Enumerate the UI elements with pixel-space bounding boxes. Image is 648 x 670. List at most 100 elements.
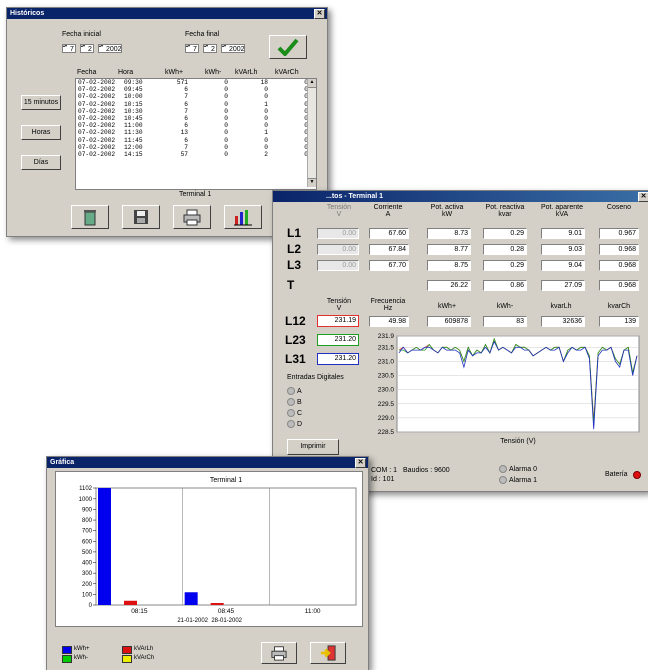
phase-corriente: 67.70	[369, 260, 409, 271]
table-cell: 0	[264, 143, 268, 151]
table-cell: 0	[264, 107, 268, 115]
line-voltage-value: 231.20	[317, 334, 359, 346]
table-cell: 6	[184, 100, 188, 108]
id-label: Id : 101	[371, 476, 395, 483]
phase-label: L3	[287, 258, 302, 272]
table-row[interactable]: 07-02-200212:007000	[76, 144, 310, 151]
print-button[interactable]	[173, 205, 211, 229]
kvarch-header: kvarCh	[607, 303, 631, 310]
y-tick-label: 100	[82, 592, 93, 598]
table-row[interactable]: 07-02-200210:007000	[76, 93, 310, 100]
x-tick-label: 11:00	[305, 608, 321, 615]
close-icon[interactable]: ✕	[314, 9, 325, 19]
data-list[interactable]: 07-02-200209:30571018007-02-200209:45600…	[75, 78, 317, 190]
export-button[interactable]	[122, 205, 160, 229]
grafica-exit-button[interactable]	[310, 642, 346, 664]
table-row[interactable]: 07-02-200214:1557020	[76, 151, 310, 158]
x-axis-label: Tensión (V)	[500, 438, 535, 445]
data-table: 07-02-200209:30571018007-02-200209:45600…	[76, 79, 310, 158]
phase-coseno: 0.968	[599, 260, 639, 271]
digital-input-indicator	[287, 420, 295, 428]
table-cell: 07-02-2002	[78, 136, 116, 144]
y-tick-label: 1102	[79, 486, 93, 492]
phase-reactiva: 0.29	[483, 228, 527, 239]
close-icon[interactable]: ✕	[638, 192, 648, 202]
digital-input-label: B	[297, 398, 302, 406]
table-cell: 0	[224, 122, 228, 130]
end-day-spinner[interactable]: 7	[185, 44, 199, 53]
table-row[interactable]: 07-02-200209:456000	[76, 86, 310, 93]
table-cell: 10:30	[124, 107, 143, 115]
scrollbar[interactable]: ▲ ▼	[307, 79, 316, 187]
table-cell: 6	[184, 136, 188, 144]
y-tick-label: 229.5	[378, 401, 395, 408]
grafica-print-button[interactable]	[261, 642, 297, 664]
table-cell: 0	[264, 122, 268, 130]
table-cell: 57	[180, 150, 188, 158]
date-label: 28-01-2002	[211, 618, 242, 624]
col-hora: Hora	[118, 69, 134, 76]
table-cell: 0	[224, 93, 228, 101]
imprimir-button[interactable]: Imprimir	[287, 439, 339, 455]
horas-button[interactable]: Horas	[21, 125, 61, 140]
scroll-down-icon[interactable]: ▼	[308, 178, 316, 187]
phase-label: L2	[287, 242, 302, 256]
table-cell: 07-02-2002	[78, 150, 116, 158]
phase-aparente: 9.01	[541, 228, 585, 239]
phase-reactiva: 0.29	[483, 260, 527, 271]
table-cell: 0	[270, 93, 310, 100]
end-year-spinner[interactable]: 2002	[221, 44, 245, 53]
y-tick-label: 0	[89, 603, 93, 609]
phase-tension: 0.00	[317, 228, 359, 239]
line-voltage-value: 231.20	[317, 353, 359, 365]
terminal-title: ...tos - Terminal 1	[326, 193, 384, 200]
total-reactiva: 0.86	[483, 280, 527, 291]
15-minutos-button[interactable]: 15 minutos	[21, 95, 61, 110]
y-tick-label: 229.0	[378, 415, 395, 422]
chart-button[interactable]	[224, 205, 262, 229]
table-row[interactable]: 07-02-200211:3013010	[76, 129, 310, 136]
table-row[interactable]: 07-02-200210:156010	[76, 101, 310, 108]
y-tick-label: 230.5	[378, 373, 395, 380]
alarma1-radio	[499, 476, 507, 484]
frecuencia-header: Frecuencia Hz	[370, 298, 406, 312]
baudios-label: Baudios : 9600	[403, 467, 450, 474]
grafica-window: Gráfica ✕ Terminal 1 1102 1000 900 800 700 600…	[46, 456, 369, 670]
end-month-spinner[interactable]: 2	[203, 44, 217, 53]
start-month-spinner[interactable]: 2	[80, 44, 94, 53]
trash-icon	[84, 210, 96, 226]
kwh-plus-value: 609878	[427, 316, 471, 327]
dias-button[interactable]: Días	[21, 155, 61, 170]
table-cell: 07-02-2002	[78, 86, 116, 94]
table-cell: 2	[264, 150, 268, 158]
start-day-spinner[interactable]: 7	[62, 44, 76, 53]
digital-input-label: D	[297, 420, 303, 428]
com-label: COM : 1	[371, 467, 398, 474]
table-row[interactable]: 07-02-200210:456000	[76, 115, 310, 122]
table-cell: 09:30	[124, 79, 143, 87]
accept-button[interactable]	[269, 35, 307, 59]
table-cell: 0	[264, 93, 268, 101]
start-year-spinner[interactable]: 2002	[98, 44, 122, 53]
legend-swatch	[62, 646, 72, 654]
table-cell: 6	[184, 86, 188, 94]
line-voltage-value: 231.19	[317, 315, 359, 327]
bar-kwhplus	[98, 488, 111, 605]
delete-button[interactable]	[71, 205, 109, 229]
legend-label: kVArCh	[134, 655, 155, 661]
table-row[interactable]: 07-02-200211:006000	[76, 122, 310, 129]
digital-input-indicator	[287, 387, 295, 395]
legend-swatch	[122, 655, 132, 663]
table-cell: 0	[270, 144, 310, 151]
terminal-label: Terminal 1	[179, 191, 212, 198]
terminal-titlebar: ...tos - Terminal 1 ✕	[273, 191, 648, 202]
table-row[interactable]: 07-02-200210:307000	[76, 108, 310, 115]
phase-corriente: 67.84	[369, 244, 409, 255]
scroll-up-icon[interactable]: ▲	[308, 79, 316, 88]
close-icon[interactable]: ✕	[355, 458, 366, 468]
table-cell: 6	[184, 122, 188, 130]
table-row[interactable]: 07-02-200209:305710180	[76, 79, 310, 86]
total-label: T	[287, 278, 295, 292]
table-row[interactable]: 07-02-200211:456000	[76, 137, 310, 144]
tension-header-2: Tensión V	[326, 298, 352, 312]
